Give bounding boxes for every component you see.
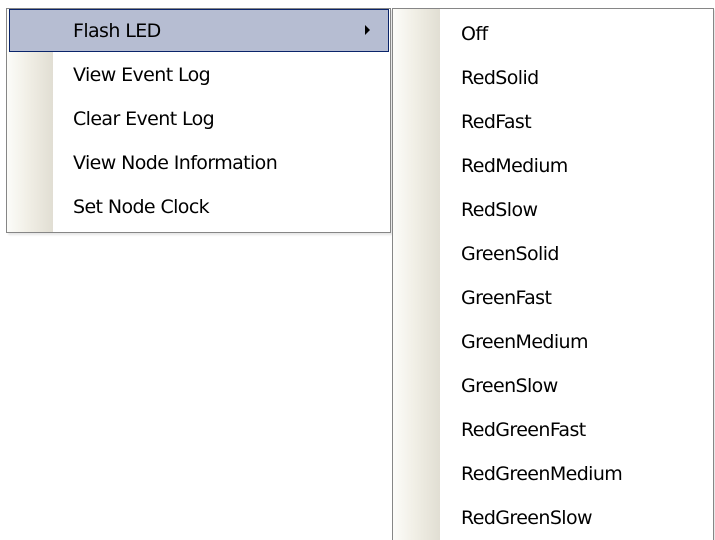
submenu-item-redgreenslow[interactable]: RedGreenSlow <box>393 496 713 540</box>
submenu-item-redslow[interactable]: RedSlow <box>393 188 713 232</box>
submenu-item-label: RedSlow <box>461 199 538 221</box>
submenu-item-label: RedGreenFast <box>461 419 586 441</box>
menu-item-set-node-clock[interactable]: Set Node Clock <box>7 185 390 229</box>
submenu-item-label: GreenSlow <box>461 375 558 397</box>
submenu-item-label: GreenSolid <box>461 243 559 265</box>
menu-item-label: Set Node Clock <box>73 196 210 218</box>
submenu-item-redfast[interactable]: RedFast <box>393 100 713 144</box>
menu-item-label: View Event Log <box>73 64 211 86</box>
chevron-right-icon <box>365 25 370 35</box>
submenu-item-greenmedium[interactable]: GreenMedium <box>393 320 713 364</box>
submenu-item-redgreenmedium[interactable]: RedGreenMedium <box>393 452 713 496</box>
submenu-item-greensolid[interactable]: GreenSolid <box>393 232 713 276</box>
menu-item-label: Flash LED <box>73 20 161 42</box>
submenu-item-label: GreenFast <box>461 287 552 309</box>
context-menu-area: Flash LED View Event Log Clear Event Log… <box>0 0 715 540</box>
menu-item-label: View Node Information <box>73 152 278 174</box>
flash-led-submenu: Off RedSolid RedFast RedMedium RedSlow G… <box>392 8 714 540</box>
submenu-item-redsolid[interactable]: RedSolid <box>393 56 713 100</box>
submenu-item-label: RedMedium <box>461 155 568 177</box>
submenu-item-label: RedGreenSlow <box>461 507 593 529</box>
menu-item-view-event-log[interactable]: View Event Log <box>7 53 390 97</box>
submenu-item-redmedium[interactable]: RedMedium <box>393 144 713 188</box>
submenu-item-greenslow[interactable]: GreenSlow <box>393 364 713 408</box>
submenu-item-label: RedSolid <box>461 67 539 89</box>
menu-item-label: Clear Event Log <box>73 108 215 130</box>
submenu-item-redgreenfast[interactable]: RedGreenFast <box>393 408 713 452</box>
submenu-item-off[interactable]: Off <box>393 12 713 56</box>
submenu-item-greenfast[interactable]: GreenFast <box>393 276 713 320</box>
submenu-item-label: RedGreenMedium <box>461 463 623 485</box>
menu-item-clear-event-log[interactable]: Clear Event Log <box>7 97 390 141</box>
menu-item-flash-led[interactable]: Flash LED <box>9 9 389 52</box>
submenu-item-label: RedFast <box>461 111 532 133</box>
menu-item-view-node-information[interactable]: View Node Information <box>7 141 390 185</box>
submenu-item-label: GreenMedium <box>461 331 589 353</box>
context-menu: Flash LED View Event Log Clear Event Log… <box>6 8 391 233</box>
submenu-item-label: Off <box>461 23 488 45</box>
